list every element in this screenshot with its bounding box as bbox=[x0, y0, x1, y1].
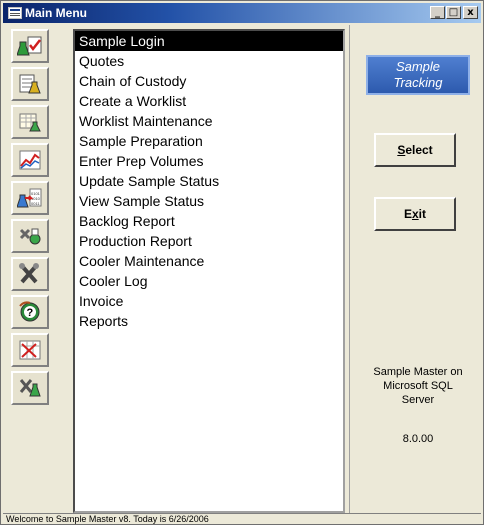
server-info-line-2: Microsoft SQL bbox=[383, 380, 453, 392]
worklist-icon bbox=[19, 74, 41, 94]
icon-toolbar: 0101 1010 0011 ? bbox=[5, 29, 71, 409]
calendar-report-icon bbox=[19, 340, 41, 360]
menu-item[interactable]: Sample Login bbox=[75, 31, 343, 51]
svg-text:0011: 0011 bbox=[31, 201, 40, 206]
menu-list[interactable]: Sample Login Quotes Chain of Custody Create… bbox=[73, 29, 345, 513]
toolbar-button-cooler[interactable] bbox=[11, 219, 49, 253]
toolbar-button-data-transfer[interactable]: 0101 1010 0011 bbox=[11, 181, 49, 215]
status-chart-icon bbox=[19, 150, 41, 170]
window-title: Main Menu bbox=[25, 6, 87, 20]
menu-item[interactable]: Update Sample Status bbox=[75, 171, 343, 191]
toolbar-button-status-chart[interactable] bbox=[11, 143, 49, 177]
menu-item[interactable]: Create a Worklist bbox=[75, 91, 343, 111]
svg-text:?: ? bbox=[27, 307, 34, 319]
exit-button[interactable]: Ex it bbox=[374, 197, 456, 231]
menu-item[interactable]: Quotes bbox=[75, 51, 343, 71]
menu-item[interactable]: Worklist Maintenance bbox=[75, 111, 343, 131]
data-transfer-icon: 0101 1010 0011 bbox=[17, 188, 42, 208]
server-info-line-3: Server bbox=[401, 394, 435, 406]
toolbar-button-lab-tools[interactable] bbox=[11, 371, 49, 405]
window-menu-icon[interactable] bbox=[8, 7, 22, 19]
badge-line-1: Sample bbox=[395, 59, 441, 74]
maintenance-tools-icon bbox=[19, 263, 39, 284]
toolbar-button-maintenance[interactable] bbox=[11, 257, 49, 291]
window-controls: _ □ x bbox=[429, 6, 478, 19]
toolbar-button-worklist[interactable] bbox=[11, 67, 49, 101]
help-icon: ? bbox=[19, 301, 40, 322]
toolbar-button-help[interactable]: ? bbox=[11, 295, 49, 329]
menu-item[interactable]: Chain of Custody bbox=[75, 71, 343, 91]
exit-button-prefix: E bbox=[403, 207, 412, 221]
toolbar-button-calendar-report[interactable] bbox=[11, 333, 49, 367]
main-menu-window: Main Menu _ □ x 0101 1010 0011 ? Sample … bbox=[0, 0, 484, 525]
status-bar: Welcome to Sample Master v8. Today is 6/… bbox=[3, 513, 481, 524]
menu-item[interactable]: Backlog Report bbox=[75, 211, 343, 231]
sample-login-icon bbox=[17, 36, 42, 56]
minimize-button[interactable]: _ bbox=[430, 6, 445, 19]
toolbar-button-sample-prep[interactable] bbox=[11, 105, 49, 139]
badge-line-2: Tracking bbox=[393, 75, 443, 90]
menu-item[interactable]: Cooler Maintenance bbox=[75, 251, 343, 271]
menu-item[interactable]: View Sample Status bbox=[75, 191, 343, 211]
lab-tools-icon bbox=[19, 379, 41, 397]
select-button[interactable]: Select bbox=[374, 133, 456, 167]
menu-item[interactable]: Cooler Log bbox=[75, 271, 343, 291]
cooler-tools-icon bbox=[19, 228, 41, 245]
menu-item[interactable]: Invoice bbox=[75, 291, 343, 311]
toolbar-button-sample-login[interactable] bbox=[11, 29, 49, 63]
exit-button-label: it bbox=[418, 207, 427, 221]
maximize-button[interactable]: □ bbox=[446, 6, 461, 19]
close-button[interactable]: x bbox=[463, 6, 478, 19]
sample-tracking-badge: Sample Tracking bbox=[366, 55, 470, 95]
version-label: 8.0.00 bbox=[402, 433, 434, 445]
sample-prep-icon bbox=[19, 113, 41, 132]
select-button-hotkey: S bbox=[397, 143, 406, 157]
menu-item[interactable]: Production Report bbox=[75, 231, 343, 251]
title-bar[interactable]: Main Menu _ □ x bbox=[3, 3, 481, 23]
menu-item[interactable]: Enter Prep Volumes bbox=[75, 151, 343, 171]
exit-button-hotkey: x bbox=[411, 207, 419, 221]
menu-item[interactable]: Sample Preparation bbox=[75, 131, 343, 151]
server-info: Sample Master on Microsoft SQL Server bbox=[358, 365, 478, 407]
select-button-label: elect bbox=[405, 143, 433, 157]
main-frame: 0101 1010 0011 ? Sample Login Quotes Cha… bbox=[3, 25, 481, 513]
menu-item[interactable]: Reports bbox=[75, 311, 343, 331]
server-info-line-1: Sample Master on bbox=[373, 366, 463, 378]
right-panel: Sample Tracking Select Ex it Sample Maste… bbox=[349, 25, 482, 513]
